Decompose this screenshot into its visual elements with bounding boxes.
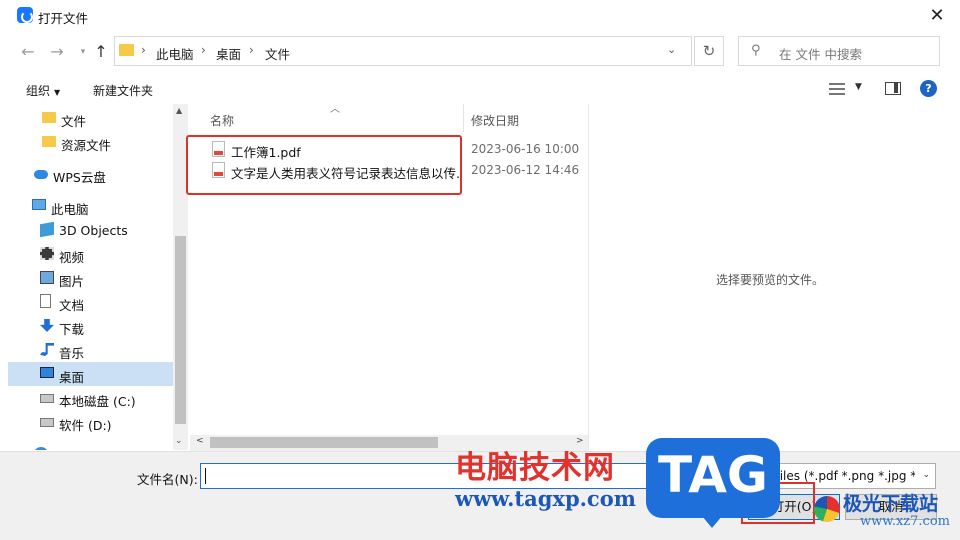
text-caret [205, 468, 206, 484]
watermark-site-logo-icon [814, 496, 840, 522]
music-icon [40, 343, 54, 356]
sidebar-item-label: 本地磁盘 (C:) [59, 394, 136, 409]
watermark-url: www.tagxp.com [455, 486, 636, 511]
column-divider[interactable] [463, 104, 464, 132]
picture-icon [40, 271, 54, 284]
breadcrumb-files[interactable]: 文件 [265, 44, 290, 63]
folder-icon [42, 112, 56, 123]
sidebar-item-label: 图片 [59, 274, 85, 289]
scrollbar-thumb[interactable] [210, 437, 438, 448]
file-date: 2023-06-12 14:46 [471, 163, 580, 177]
sidebar-item-label: 3D Objects [59, 223, 128, 238]
drive-icon [40, 394, 54, 403]
video-icon [40, 247, 54, 260]
column-header-name[interactable]: 名称 [210, 112, 234, 129]
breadcrumb-this-pc[interactable]: 此电脑 [156, 44, 194, 63]
watermark-site-name: 极光下载站 [843, 493, 939, 515]
watermark-brand: 电脑技术网 [455, 450, 615, 486]
sidebar-item[interactable]: WPS云盘 [8, 162, 174, 186]
sidebar-item-label: 资源文件 [61, 138, 112, 153]
sidebar-item[interactable]: 3D Objects [8, 218, 174, 242]
drive-icon [40, 418, 54, 427]
app-logo-icon [17, 7, 33, 23]
sidebar-item-label: 软件 (D:) [59, 418, 112, 433]
desktop-icon [40, 367, 54, 378]
caret-down-icon[interactable]: ▼ [855, 82, 862, 92]
search-icon: ⚲ [751, 43, 761, 58]
sidebar-item-label: 下载 [59, 322, 85, 337]
document-icon [40, 294, 51, 308]
preview-divider [588, 104, 589, 450]
computer-icon [32, 199, 46, 210]
sidebar-item-label: 网络 [53, 447, 78, 450]
scroll-up-arrow-icon[interactable]: ▲ [176, 106, 182, 115]
cloud-icon [34, 170, 48, 179]
organize-label: 组织 [26, 84, 51, 98]
organize-menu[interactable]: 组织 ▼ [26, 82, 60, 99]
sidebar-item[interactable]: 下载 [8, 314, 174, 338]
breadcrumb-desktop[interactable]: 桌面 [216, 44, 241, 63]
sidebar-item[interactable]: 图片 [8, 266, 174, 290]
filename-label: 文件名(N): [137, 472, 198, 487]
sidebar-item[interactable]: 网络 [8, 442, 174, 450]
sidebar-item[interactable]: 文档 [8, 290, 174, 314]
sidebar-item[interactable]: 视频 [8, 242, 174, 266]
sidebar-item-label: 此电脑 [51, 202, 89, 217]
preview-pane-icon[interactable] [885, 82, 901, 95]
search-placeholder: 在 文件 中搜索 [779, 47, 862, 62]
highlight-annotation-files [186, 135, 462, 195]
forward-arrow-icon[interactable]: → [47, 42, 67, 62]
cube-icon [40, 221, 54, 238]
caret-down-icon: ▼ [54, 88, 61, 97]
folder-icon [119, 44, 134, 56]
sidebar-item[interactable]: 音乐 [8, 338, 174, 362]
watermark-tag-text: TAG [658, 446, 768, 504]
chevron-down-icon: ⌄ [922, 470, 930, 480]
up-arrow-icon[interactable]: ↑ [91, 42, 111, 62]
refresh-button[interactable]: ↻ [694, 36, 724, 66]
chevron-right-icon: › [141, 43, 146, 57]
folder-icon [42, 136, 56, 147]
sidebar-item-label: WPS云盘 [53, 170, 106, 185]
sidebar-item-label: 桌面 [59, 370, 85, 385]
window-title: 打开文件 [38, 11, 89, 26]
new-folder-button[interactable]: 新建文件夹 [93, 82, 153, 99]
navigation-pane: 文件资源文件 WPS云盘此电脑 3D Objects 视频图片文档下载音乐桌面本地磁盘… [8, 104, 174, 450]
download-icon [40, 319, 54, 332]
address-bar[interactable]: › 此电脑 › 桌面 › 文件 ⌄ [114, 36, 692, 66]
sidebar-item-label: 视频 [59, 250, 85, 265]
watermark-site-url: www.xz7.com [860, 514, 950, 529]
scroll-down-arrow-icon[interactable]: ⌄ [175, 436, 183, 446]
sidebar-item[interactable]: 此电脑 [8, 194, 174, 218]
sidebar-item-label: 音乐 [59, 346, 85, 361]
sidebar-item[interactable]: 桌面 [8, 362, 174, 386]
help-icon[interactable]: ? [920, 80, 937, 97]
chevron-down-icon[interactable]: ⌄ [667, 43, 676, 56]
sidebar-item[interactable]: 软件 (D:) [8, 410, 174, 434]
chevron-right-icon: › [201, 43, 206, 57]
title-bar: 打开文件 ✕ [0, 0, 960, 32]
view-options-icon[interactable] [829, 82, 845, 96]
scrollbar-thumb[interactable] [175, 236, 186, 424]
network-icon [34, 447, 48, 450]
sidebar-item[interactable]: 资源文件 [8, 130, 174, 154]
sidebar-item-label: 文件 [61, 114, 87, 129]
column-header-date[interactable]: 修改日期 [471, 112, 519, 129]
chevron-right-icon: › [249, 43, 254, 57]
sidebar-item-label: 文档 [59, 298, 85, 313]
recent-dropdown-icon[interactable]: ▾ [73, 42, 93, 62]
back-arrow-icon[interactable]: ← [18, 42, 38, 62]
watermark-tag-logo: TAG [646, 438, 780, 528]
scroll-left-arrow-icon[interactable]: < [196, 436, 204, 446]
search-input[interactable]: ⚲ 在 文件 中搜索 [738, 36, 940, 66]
sort-ascending-icon: ︿ [330, 104, 340, 115]
sidebar-item[interactable]: 文件 [8, 106, 174, 130]
preview-message: 选择要预览的文件。 [716, 273, 825, 287]
sidebar-item[interactable]: 本地磁盘 (C:) [8, 386, 174, 410]
close-button[interactable]: ✕ [926, 5, 948, 27]
file-date: 2023-06-16 10:00 [471, 142, 580, 156]
